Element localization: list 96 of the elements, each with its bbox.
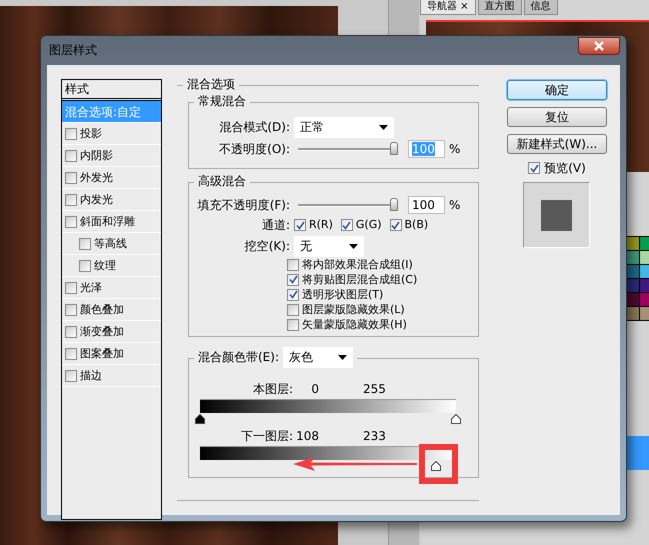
field-label: 混合颜色带(E): <box>198 350 279 364</box>
dialog-button[interactable]: 复位 <box>507 107 607 127</box>
close-button[interactable] <box>578 37 620 55</box>
dropdown[interactable]: 灰色 <box>283 346 353 368</box>
unit-label: % <box>449 142 460 156</box>
style-item[interactable]: 内阴影 <box>62 145 161 167</box>
dropdown-arrow-icon <box>379 124 388 130</box>
field-label: 通道: <box>260 218 290 232</box>
checkbox[interactable] <box>79 238 91 250</box>
field-label: 不透明度(O): <box>218 142 290 156</box>
panel-tab[interactable]: 导航器 × <box>420 0 476 15</box>
field-label: 混合模式(D): <box>218 120 290 134</box>
group-title: 常规混合 <box>194 94 250 108</box>
checkbox-label: 图层蒙版隐藏效果(L) <box>302 302 405 316</box>
checkbox[interactable] <box>390 219 402 231</box>
checkbox[interactable] <box>65 150 77 162</box>
checkbox[interactable] <box>287 274 299 286</box>
checkbox-label: 将剪贴图层混合成组(C) <box>302 272 418 286</box>
dropdown[interactable]: 无 <box>294 236 364 256</box>
checkbox-label: B(B) <box>404 218 428 232</box>
checkbox[interactable] <box>287 304 299 316</box>
style-item[interactable]: 颜色叠加 <box>62 299 161 321</box>
color-swatch[interactable] <box>640 251 649 264</box>
color-swatch[interactable] <box>627 265 639 278</box>
checkbox[interactable] <box>79 260 91 272</box>
checkbox-label: 矢量蒙版隐藏效果(H) <box>302 318 407 332</box>
style-item[interactable]: 内发光 <box>62 189 161 211</box>
color-swatch[interactable] <box>627 251 639 264</box>
style-item[interactable]: 投影 <box>62 123 161 145</box>
selected-layer-row[interactable] <box>625 436 649 470</box>
panel-tab[interactable]: 直方图 <box>478 0 522 15</box>
style-item[interactable]: 光泽 <box>62 277 161 299</box>
close-icon <box>594 41 604 51</box>
style-item[interactable]: 图案叠加 <box>62 343 161 365</box>
checkbox[interactable] <box>65 172 77 184</box>
band-label: 下一图层: <box>240 429 293 443</box>
checkbox[interactable] <box>65 128 77 140</box>
style-item[interactable]: 渐变叠加 <box>62 321 161 343</box>
color-swatch[interactable] <box>627 279 639 292</box>
slider-thumb[interactable] <box>390 198 398 211</box>
checkbox[interactable] <box>340 219 353 231</box>
color-swatch[interactable] <box>640 293 649 306</box>
color-swatch[interactable] <box>640 265 649 278</box>
checkbox[interactable] <box>294 219 306 231</box>
dropdown-arrow-icon <box>338 354 347 360</box>
slider-thumb[interactable] <box>390 142 398 155</box>
slider-thumb[interactable] <box>195 414 205 424</box>
dropdown-arrow-icon <box>349 244 358 248</box>
slider[interactable] <box>298 142 398 156</box>
band-label: 本图层: <box>252 382 293 396</box>
band-value: 233 <box>363 429 386 443</box>
checkbox[interactable] <box>528 162 540 174</box>
checkbox-label: R(R) <box>309 218 333 232</box>
band-value: 0 <box>310 382 319 396</box>
highlight-box <box>419 444 458 484</box>
field-label: 挖空(K): <box>244 239 290 253</box>
band-value: 255 <box>363 382 386 396</box>
dialog-button[interactable]: 确定 <box>507 80 607 100</box>
dropdown[interactable]: 正常 <box>294 116 394 138</box>
color-swatch[interactable] <box>627 293 639 306</box>
window-title: 图层样式 <box>49 43 97 57</box>
slider[interactable] <box>298 198 398 212</box>
checkbox[interactable] <box>65 326 77 338</box>
color-swatch[interactable] <box>640 237 649 250</box>
checkbox-label: 透明形状图层(T) <box>302 288 384 302</box>
checkbox-label: 将内部效果混合成组(I) <box>302 258 413 272</box>
color-swatch[interactable] <box>640 279 649 292</box>
style-item[interactable]: 纹理 <box>62 255 161 277</box>
style-item[interactable]: 斜面和浮雕 <box>62 211 161 233</box>
color-swatch[interactable] <box>640 307 649 320</box>
slider-thumb[interactable] <box>451 414 461 424</box>
group-title: 混合选项 <box>183 77 239 91</box>
style-item[interactable]: 等高线 <box>62 233 161 255</box>
style-item[interactable]: 外发光 <box>62 167 161 189</box>
checkbox[interactable] <box>65 348 77 360</box>
panel-tab[interactable]: 信息 <box>524 0 558 15</box>
dialog-button[interactable]: 新建样式(W)... <box>507 134 607 154</box>
color-swatch[interactable] <box>627 237 639 250</box>
checkbox[interactable] <box>287 258 299 270</box>
field-label: 填充不透明度(F): <box>196 198 290 212</box>
checkbox[interactable] <box>65 282 77 294</box>
unit-label: % <box>449 198 460 212</box>
checkbox-label: G(G) <box>356 218 382 232</box>
checkbox[interactable] <box>65 370 77 382</box>
band-value: 108 <box>295 429 319 443</box>
checkbox[interactable] <box>65 304 77 316</box>
style-preview <box>523 182 590 248</box>
checkbox[interactable] <box>65 216 77 228</box>
color-swatch[interactable] <box>627 307 639 320</box>
input-field[interactable]: 100 <box>408 196 445 214</box>
checkbox[interactable] <box>65 194 77 206</box>
style-item[interactable]: 描边 <box>62 365 161 387</box>
group-title: 高级混合 <box>194 174 250 188</box>
checkbox[interactable] <box>287 288 299 300</box>
checkbox[interactable] <box>287 318 299 330</box>
checkbox-label: 预览(V) <box>544 161 586 175</box>
